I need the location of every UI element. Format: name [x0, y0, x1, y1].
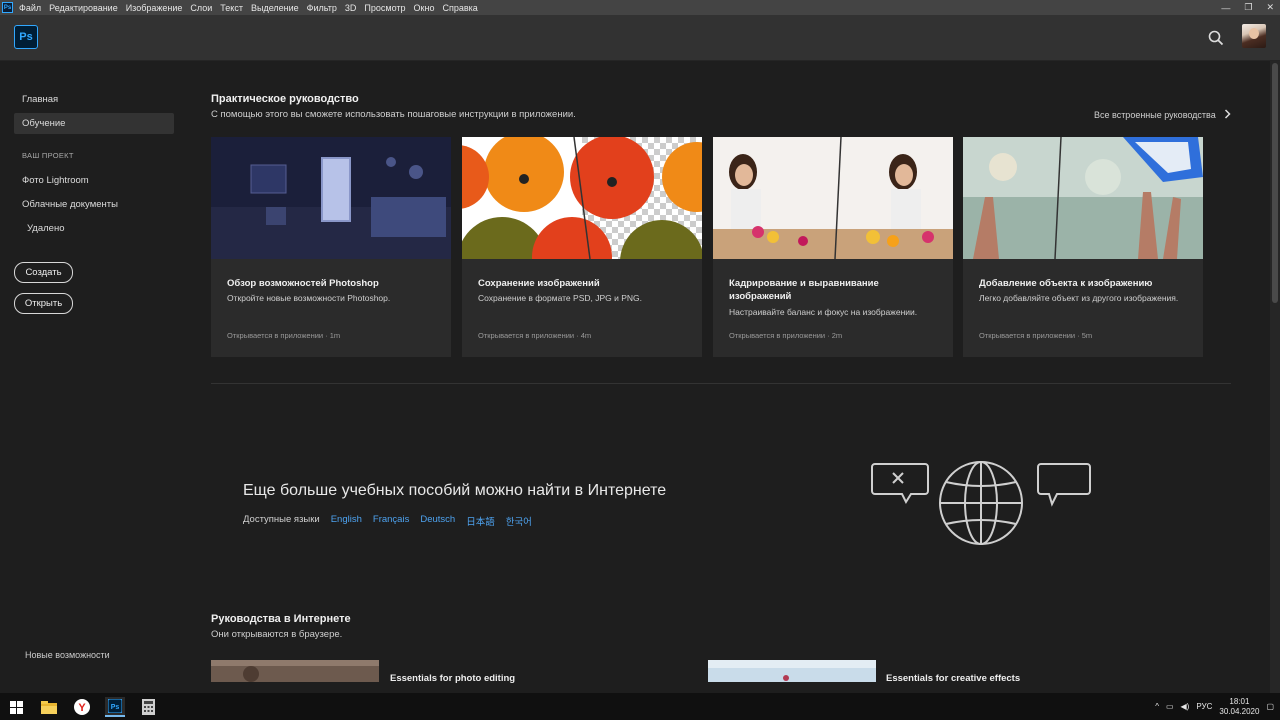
tutorial-title: Кадрирование и выравнивание изображений — [729, 278, 879, 302]
clock[interactable]: 18:01 30.04.2020 — [1219, 697, 1259, 717]
sidebar-section-heading: ВАШ ПРОЕКТ — [22, 151, 74, 160]
svg-text:Ps: Ps — [111, 704, 120, 711]
tutorial-meta: Открывается в приложении · 5m — [979, 331, 1093, 340]
create-button[interactable]: Создать — [14, 262, 73, 283]
divider — [211, 383, 1231, 384]
tutorial-meta: Открывается в приложении · 1m — [227, 331, 341, 340]
tutorial-title: Сохранение изображений — [478, 278, 600, 289]
sidebar: Главная Обучение ВАШ ПРОЕКТ Фото Lightro… — [0, 61, 190, 693]
sidebar-item-learn[interactable]: Обучение — [14, 113, 174, 134]
all-guides-label: Все встроенные руководства — [1094, 110, 1216, 120]
clock-date: 30.04.2020 — [1219, 706, 1260, 716]
menu-3d[interactable]: 3D — [345, 3, 357, 13]
open-button[interactable]: Открыть — [14, 293, 73, 314]
tray-expand-icon[interactable]: ^ — [1155, 702, 1159, 711]
restore-icon[interactable]: ❐ — [1244, 2, 1252, 13]
language-link-korean[interactable]: 한국어 — [506, 514, 532, 528]
online-section-title: Руководства в Интернете — [211, 613, 351, 625]
tutorial-thumbnail — [211, 137, 451, 259]
globe-speech-illustration — [870, 458, 1095, 550]
language-link-german[interactable]: Deutsch — [420, 514, 455, 528]
taskbar: Y Ps ^ ▭ ◀) РУС 18:01 30.04.2020 ▢ — [0, 693, 1280, 720]
online-section-subtitle: Они открываются в браузере. — [211, 629, 343, 640]
menu-edit[interactable]: Редактирование — [49, 3, 118, 13]
language-link-english[interactable]: English — [331, 514, 362, 528]
search-icon[interactable] — [1207, 29, 1225, 47]
menu-type[interactable]: Текст — [220, 3, 243, 13]
sidebar-item-cloud-docs[interactable]: Облачные документы — [14, 194, 174, 215]
online-tutorial-title[interactable]: Essentials for creative effects — [886, 673, 1020, 684]
minimize-icon[interactable]: — — [1221, 3, 1230, 13]
tutorial-thumbnail — [462, 137, 702, 259]
app-header: Ps — [0, 15, 1280, 61]
tutorial-description: Откройте новые возможности Photoshop. — [227, 293, 391, 303]
menu-filter[interactable]: Фильтр — [307, 3, 337, 13]
calculator-icon[interactable] — [138, 697, 158, 717]
menu-select[interactable]: Выделение — [251, 3, 299, 13]
tutorial-thumbnail — [963, 137, 1203, 259]
chevron-right-icon — [1224, 109, 1231, 121]
photoshop-taskbar-icon[interactable]: Ps — [105, 697, 125, 717]
menu-view[interactable]: Просмотр — [364, 3, 405, 13]
language-list: Доступные языки English Français Deutsch… — [243, 514, 532, 528]
language-link-french[interactable]: Français — [373, 514, 409, 528]
tutorial-description: Сохранение в формате PSD, JPG и PNG. — [478, 293, 643, 303]
section-subtitle: С помощью этого вы сможете использовать … — [211, 109, 576, 120]
scrollbar-thumb[interactable] — [1272, 63, 1278, 303]
tutorial-card[interactable]: Сохранение изображений Сохранение в форм… — [462, 137, 702, 357]
network-icon[interactable]: ▭ — [1166, 702, 1174, 711]
menu-image[interactable]: Изображение — [126, 3, 183, 13]
tutorial-meta: Открывается в приложении · 4m — [478, 331, 592, 340]
section-title: Практическое руководство — [211, 93, 359, 105]
online-tutorial-thumbnail[interactable] — [708, 660, 876, 682]
app-icon: Ps — [2, 2, 13, 13]
sidebar-item-home[interactable]: Главная — [14, 89, 174, 110]
menu-layers[interactable]: Слои — [190, 3, 212, 13]
menu-help[interactable]: Справка — [442, 3, 477, 13]
photoshop-logo[interactable]: Ps — [14, 25, 38, 49]
menu-file[interactable]: Файл — [19, 3, 41, 13]
online-tutorial-title[interactable]: Essentials for photo editing — [390, 673, 515, 684]
tutorial-description: Настраивайте баланс и фокус на изображен… — [729, 307, 918, 317]
svg-text:Y: Y — [78, 702, 86, 714]
whats-new-link[interactable]: Новые возможности — [25, 650, 110, 660]
notifications-icon[interactable]: ▢ — [1266, 702, 1274, 711]
sidebar-item-deleted[interactable]: Удалено — [14, 218, 174, 239]
tutorial-description: Легко добавляйте объект из другого изобр… — [979, 293, 1179, 303]
tutorial-thumbnail — [713, 137, 953, 259]
tutorial-meta: Открывается в приложении · 2m — [729, 331, 843, 340]
system-tray: ^ ▭ ◀) РУС 18:01 30.04.2020 ▢ — [1155, 693, 1274, 720]
tutorial-card[interactable]: Добавление объекта к изображению Легко д… — [963, 137, 1203, 357]
language-link-japanese[interactable]: 日本語 — [466, 514, 495, 528]
all-guides-link[interactable]: Все встроенные руководства — [1094, 109, 1231, 121]
scrollbar[interactable] — [1270, 61, 1280, 693]
online-tutorials-heading: Еще больше учебных пособий можно найти в… — [243, 482, 667, 499]
tutorial-card[interactable]: Обзор возможностей Photoshop Откройте но… — [211, 137, 451, 357]
sidebar-item-lightroom[interactable]: Фото Lightroom — [14, 170, 174, 191]
languages-label: Доступные языки — [243, 514, 320, 525]
file-explorer-icon[interactable] — [39, 697, 59, 717]
volume-icon[interactable]: ◀) — [1181, 702, 1190, 711]
tutorial-title: Добавление объекта к изображению — [979, 278, 1153, 289]
close-icon[interactable]: ✕ — [1266, 2, 1274, 13]
tutorial-card[interactable]: Кадрирование и выравнивание изображений … — [713, 137, 953, 357]
input-language[interactable]: РУС — [1196, 702, 1212, 711]
avatar[interactable] — [1242, 24, 1266, 48]
windows-start-icon[interactable] — [6, 697, 26, 717]
tutorial-title: Обзор возможностей Photoshop — [227, 278, 379, 289]
online-tutorial-thumbnail[interactable] — [211, 660, 379, 682]
yandex-browser-icon[interactable]: Y — [72, 697, 92, 717]
menu-window[interactable]: Окно — [414, 3, 435, 13]
menu-bar: Ps Файл Редактирование Изображение Слои … — [0, 0, 1280, 15]
clock-time: 18:01 — [1229, 696, 1250, 706]
